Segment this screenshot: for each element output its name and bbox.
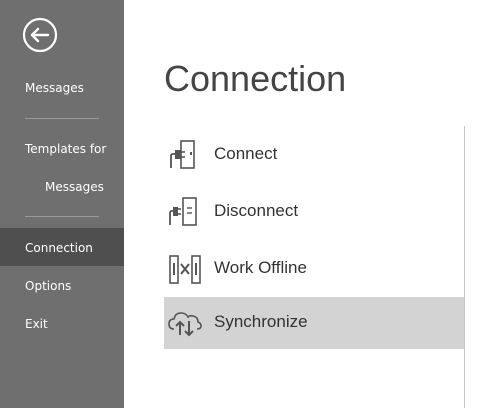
sidebar-item-label: Templates for [25,142,107,156]
synchronize-button[interactable]: Synchronize [164,297,464,349]
sidebar-item-label: Messages [45,180,104,194]
disconnect-button[interactable]: Disconnect [164,186,464,238]
sidebar-item-exit[interactable]: Exit [0,316,124,332]
cloud-sync-icon [168,307,202,339]
sidebar: Messages Templates for Messages Connecti… [0,0,124,408]
synchronize-label: Synchronize [214,312,308,331]
back-button[interactable] [22,17,58,53]
work-offline-label: Work Offline [214,258,307,277]
panel-divider [464,126,465,408]
sidebar-item-templates-for-messages[interactable]: Templates for Messages [0,141,124,195]
sidebar-item-label: Connection [25,241,93,255]
page-title: Connection [164,58,347,99]
sidebar-item-label: Options [25,279,72,293]
sidebar-item-label: Messages [25,81,84,95]
sidebar-item-label: Exit [25,317,48,331]
connect-button[interactable]: Connect [164,129,464,181]
sidebar-item-connection[interactable]: Connection [0,228,124,266]
disconnect-label: Disconnect [214,201,299,220]
sidebar-item-options[interactable]: Options [0,278,124,294]
sidebar-divider [25,216,99,217]
work-offline-button[interactable]: Work Offline [164,243,464,295]
back-arrow-circle-icon [22,17,58,53]
sidebar-item-messages[interactable]: Messages [0,80,124,96]
sidebar-divider [25,118,99,119]
connect-label: Connect [214,144,278,163]
plug-disconnect-icon [168,196,202,228]
work-offline-icon [168,253,202,285]
plug-connect-icon [168,139,202,171]
